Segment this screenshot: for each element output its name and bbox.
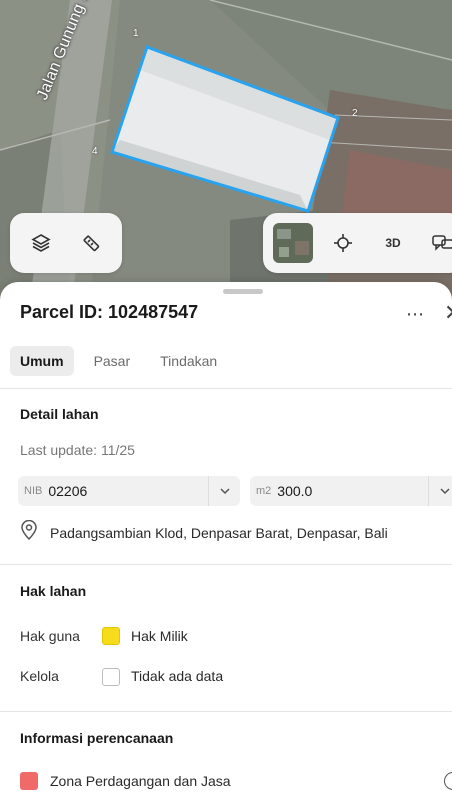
tab-tindakan[interactable]: Tindakan xyxy=(150,346,227,376)
rights-value-hak-guna: Hak Milik xyxy=(131,628,188,644)
drag-handle[interactable] xyxy=(223,289,263,294)
tab-pasar[interactable]: Pasar xyxy=(84,346,141,376)
sheet-header: Parcel ID: 102487547 ⋯ ✕ xyxy=(20,300,452,326)
page-title: Parcel ID: 102487547 xyxy=(20,302,199,322)
crosshair-icon[interactable] xyxy=(323,223,363,263)
color-swatch xyxy=(102,627,120,645)
tab-umum[interactable]: Umum xyxy=(10,346,74,376)
nib-value: 02206 xyxy=(48,483,88,499)
close-icon[interactable]: ✕ xyxy=(444,300,452,326)
rights-value-kelola: Tidak ada data xyxy=(131,668,224,684)
measure-icon[interactable] xyxy=(71,223,111,263)
last-update-text: Last update: 11/25 xyxy=(20,442,135,458)
layers-icon[interactable] xyxy=(21,223,61,263)
color-swatch xyxy=(102,668,120,686)
section-title-detail: Detail lahan xyxy=(20,406,99,422)
rights-label-hak-guna: Hak guna xyxy=(20,628,80,644)
nib-prefix: NIB xyxy=(24,485,43,497)
parcel-detail-sheet: Parcel ID: 102487547 ⋯ ✕ Umum Pasar Tind… xyxy=(0,282,452,804)
tab-bar: Umum Pasar Tindakan xyxy=(10,346,227,376)
vertex-label: 4 xyxy=(92,146,98,157)
area-field[interactable]: m2 300.0 xyxy=(250,476,452,506)
info-icon[interactable] xyxy=(444,772,452,790)
section-title-rights: Hak lahan xyxy=(20,583,87,599)
map-view[interactable]: Jalan Gunung Sampang 1 2 3 4 xyxy=(0,0,452,300)
nib-field[interactable]: NIB 02206 xyxy=(18,476,240,506)
zone-text: Zona Perdagangan dan Jasa xyxy=(50,773,231,789)
area-value: 300.0 xyxy=(277,483,313,499)
chevron-down-icon[interactable] xyxy=(208,476,240,506)
satellite-thumbnail[interactable] xyxy=(273,223,313,263)
address-row: Padangsambian Klod, Denpasar Barat, Denp… xyxy=(20,519,388,545)
color-swatch xyxy=(20,772,38,790)
location-pin-icon xyxy=(20,519,38,545)
3d-button[interactable]: 3D xyxy=(373,223,413,263)
section-title-planning: Informasi perencanaan xyxy=(20,730,174,746)
more-options-icon[interactable]: ⋯ xyxy=(406,304,425,325)
area-prefix: m2 xyxy=(256,485,272,497)
divider xyxy=(0,711,452,712)
map-tools-right: 3D xyxy=(263,213,452,273)
chevron-down-icon[interactable] xyxy=(428,476,452,506)
map-tools-left xyxy=(10,213,122,273)
divider xyxy=(0,388,452,389)
vertex-label: 1 xyxy=(133,28,139,39)
vertex-label: 2 xyxy=(352,108,358,119)
rights-label-kelola: Kelola xyxy=(20,668,59,684)
zone-row[interactable]: Zona Perdagangan dan Jasa xyxy=(20,772,231,790)
chat-icon[interactable] xyxy=(423,223,452,263)
address-text: Padangsambian Klod, Denpasar Barat, Denp… xyxy=(50,524,388,541)
divider xyxy=(0,564,452,565)
